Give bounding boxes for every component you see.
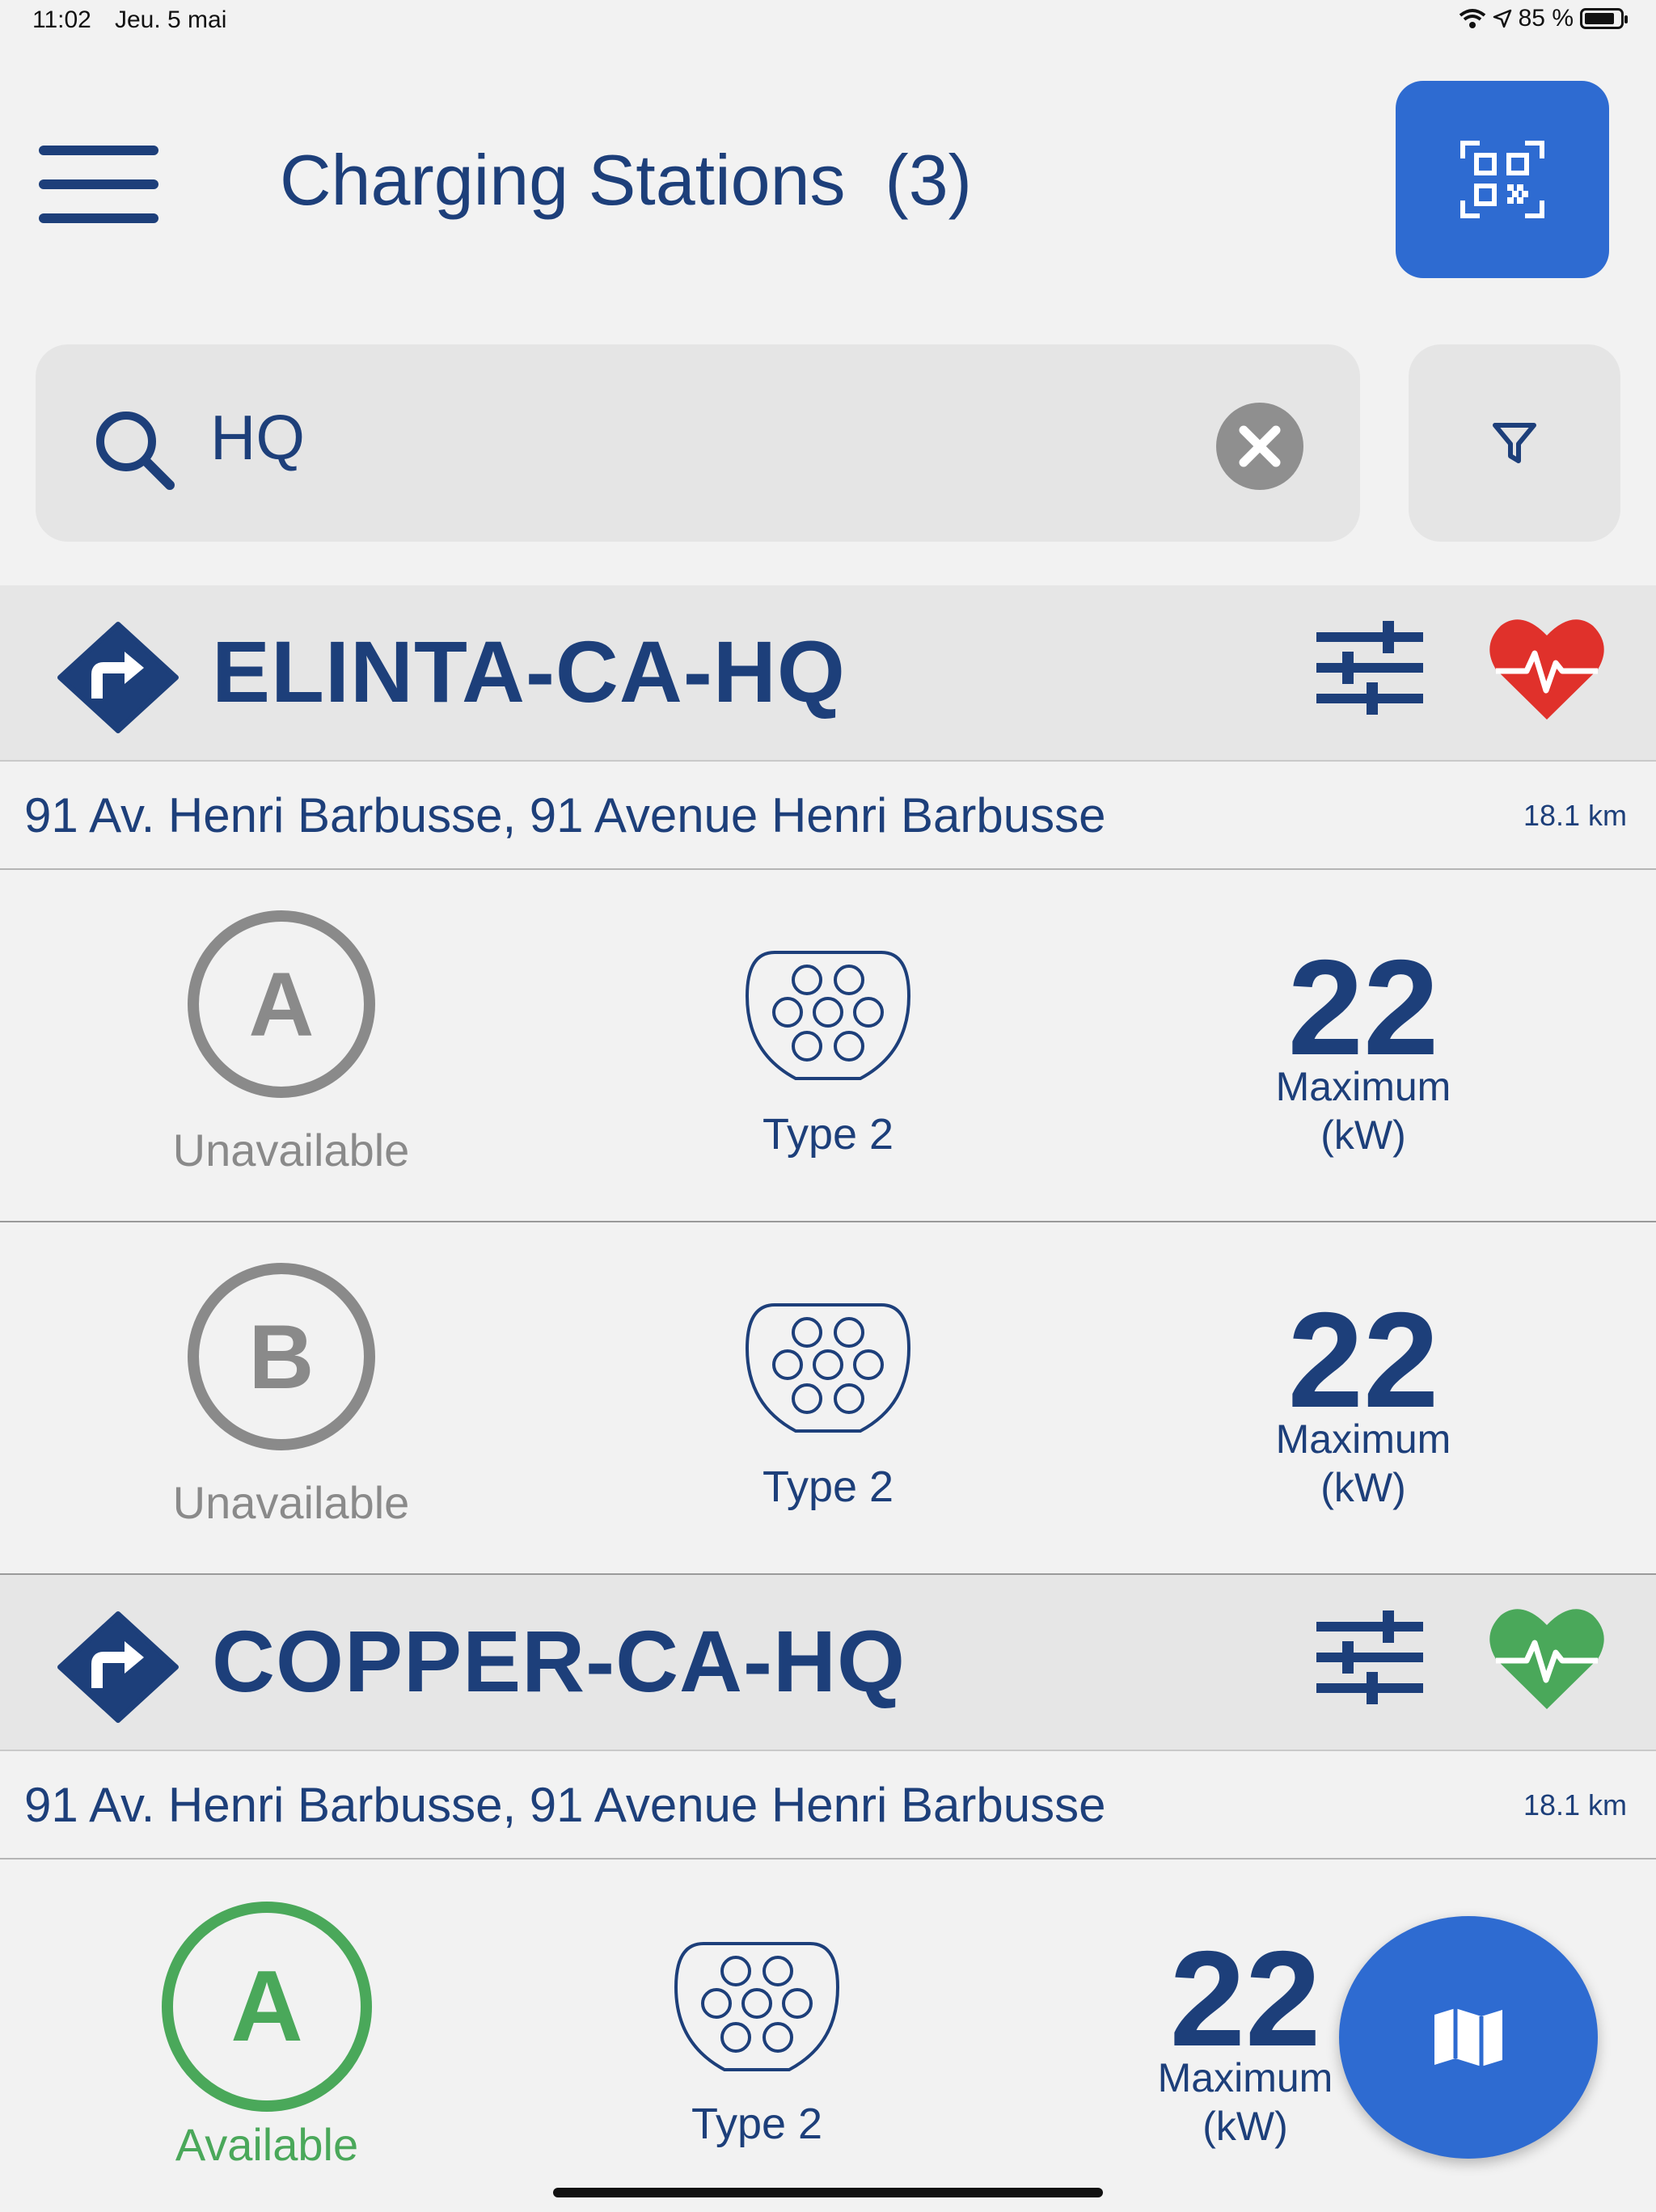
max-power-unit: (kW) <box>1202 2104 1288 2149</box>
status-date: Jeu. 5 mai <box>115 6 227 33</box>
filter-icon <box>1493 423 1536 463</box>
health-heart-icon[interactable] <box>1486 1602 1607 1716</box>
battery-icon <box>1580 8 1628 29</box>
close-icon <box>1239 425 1281 467</box>
connector-status-circle: A <box>162 1902 372 2112</box>
connector-row[interactable]: A Unavailable Type 2 22 Maximum (kW) <box>0 870 1656 1222</box>
station-address: 91 Av. Henri Barbusse, 91 Avenue Henri B… <box>24 788 1106 842</box>
settings-sliders-icon[interactable] <box>1315 616 1425 720</box>
battery-percent: 85 % <box>1518 5 1574 32</box>
type2-plug-icon <box>674 1942 840 2071</box>
connector-type: Type 2 <box>691 2100 823 2148</box>
connector-status: Unavailable <box>172 1477 410 1528</box>
page-title: Charging Stations (3) <box>280 140 972 220</box>
search-icon <box>96 412 175 490</box>
location-icon <box>1493 9 1511 28</box>
status-indicators: 85 % <box>1459 5 1628 32</box>
connector-row[interactable]: B Unavailable Type 2 22 Maximum (kW) <box>0 1222 1656 1575</box>
station-address-row[interactable]: 91 Av. Henri Barbusse, 91 Avenue Henri B… <box>0 762 1656 870</box>
menu-button[interactable] <box>39 146 160 226</box>
wifi-icon <box>1459 9 1485 28</box>
station-header[interactable]: ELINTA-CA-HQ <box>0 585 1656 762</box>
type2-plug-icon <box>745 951 911 1080</box>
max-power-unit: (kW) <box>1320 1465 1406 1510</box>
qr-scan-button[interactable] <box>1396 81 1609 278</box>
directions-icon[interactable] <box>57 1610 180 1724</box>
filter-button[interactable] <box>1409 344 1620 542</box>
station-header[interactable]: COPPER-CA-HQ <box>0 1575 1656 1751</box>
home-indicator <box>553 2188 1103 2197</box>
station-name: ELINTA-CA-HQ <box>212 623 846 720</box>
health-heart-icon[interactable] <box>1486 613 1607 726</box>
connector-status-circle: B <box>188 1263 375 1450</box>
station-distance: 18.1 km <box>1523 1788 1627 1822</box>
connector-type: Type 2 <box>762 1110 894 1159</box>
clear-search-button[interactable] <box>1216 403 1303 490</box>
settings-sliders-icon[interactable] <box>1315 1606 1425 1709</box>
connector-status: Unavailable <box>172 1125 410 1176</box>
station-address-row[interactable]: 91 Av. Henri Barbusse, 91 Avenue Henri B… <box>0 1751 1656 1860</box>
max-power-value: 22 <box>1287 1284 1439 1436</box>
map-icon <box>1434 2008 1502 2066</box>
search-input[interactable]: HQ <box>210 401 305 475</box>
status-time: 11:02 <box>32 6 91 33</box>
max-power-label: Maximum <box>1275 1416 1451 1462</box>
max-power-label: Maximum <box>1275 1064 1451 1109</box>
station-name: COPPER-CA-HQ <box>212 1612 906 1710</box>
connector-status: Available <box>175 2119 359 2170</box>
station-address: 91 Av. Henri Barbusse, 91 Avenue Henri B… <box>24 1778 1106 1832</box>
directions-icon[interactable] <box>57 621 180 734</box>
type2-plug-icon <box>745 1303 911 1433</box>
connector-type: Type 2 <box>762 1463 894 1511</box>
connector-status-circle: A <box>188 910 375 1098</box>
max-power-value: 22 <box>1287 931 1439 1083</box>
max-power-unit: (kW) <box>1320 1112 1406 1158</box>
search-bar[interactable]: HQ <box>36 344 1360 542</box>
station-distance: 18.1 km <box>1523 799 1627 832</box>
qr-code-icon <box>1460 141 1544 218</box>
map-button[interactable] <box>1339 1916 1598 2159</box>
